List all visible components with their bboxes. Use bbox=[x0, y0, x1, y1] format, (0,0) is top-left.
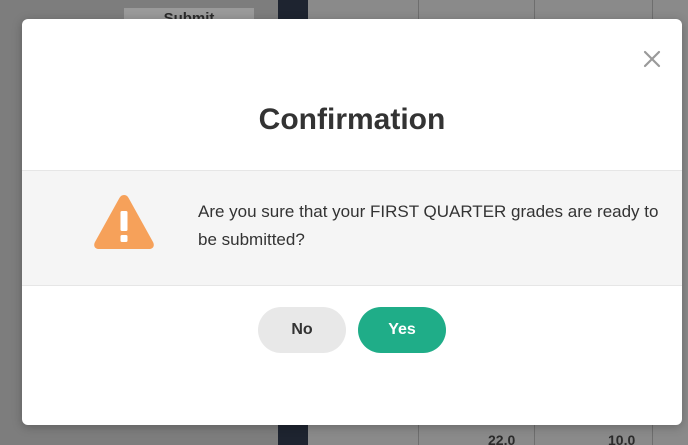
close-icon bbox=[643, 50, 661, 68]
background-table-cell: 10.0 bbox=[608, 432, 636, 445]
warning-triangle-icon bbox=[94, 195, 154, 249]
dialog-message: Are you sure that your FIRST QUARTER gra… bbox=[198, 202, 659, 249]
no-button[interactable]: No bbox=[258, 307, 346, 353]
dialog-title: Confirmation bbox=[258, 103, 446, 136]
confirmation-dialog: Confirmation Are you sure that your FIRS… bbox=[22, 19, 682, 425]
yes-button[interactable]: Yes bbox=[358, 307, 446, 353]
background-table-cell: 22.0 bbox=[488, 432, 516, 445]
dialog-body: Are you sure that your FIRST QUARTER gra… bbox=[22, 170, 682, 286]
close-button[interactable] bbox=[642, 49, 662, 69]
